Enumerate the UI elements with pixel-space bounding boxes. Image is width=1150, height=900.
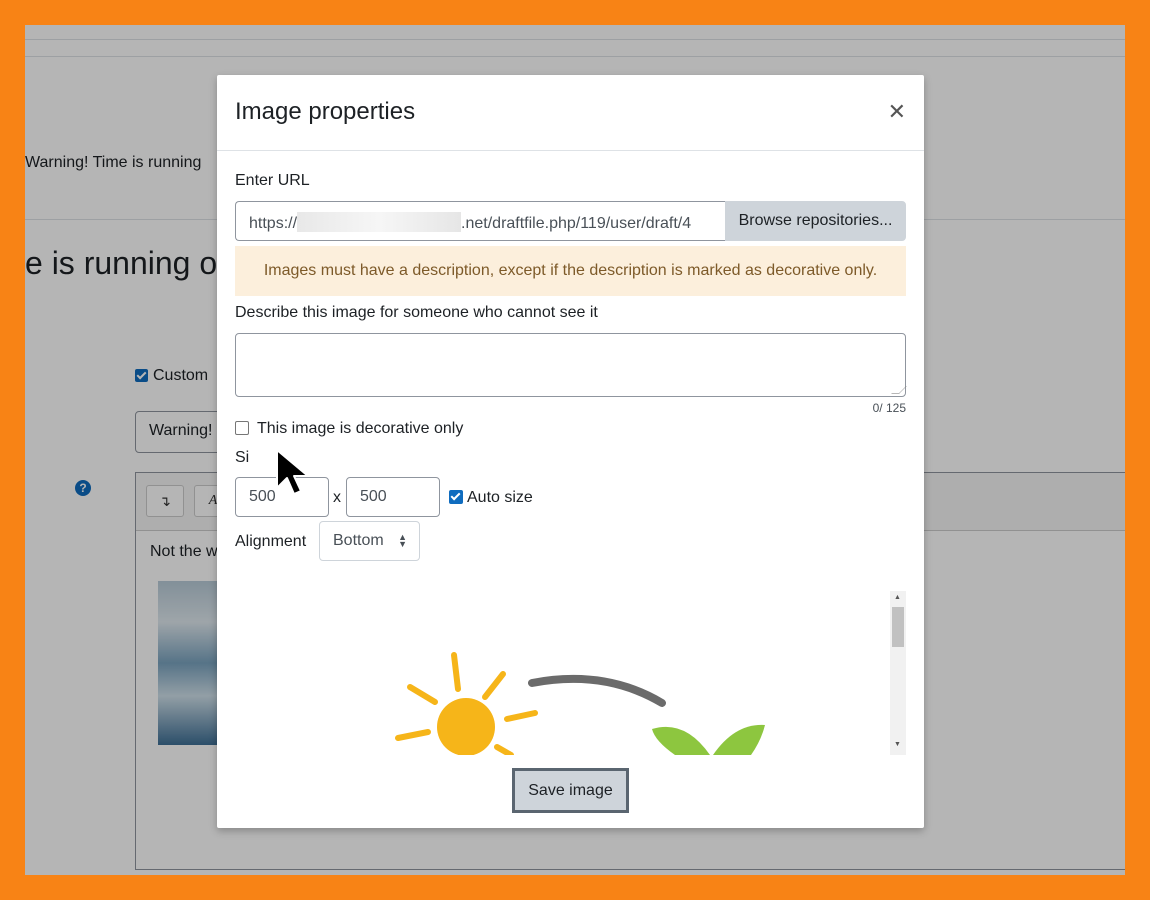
browse-repositories-button[interactable]: Browse repositories... [725,201,906,241]
select-arrows-icon: ▲ ▼ [398,532,407,549]
image-preview [235,591,906,755]
sun-ray [451,652,461,692]
sun-ray [494,744,514,755]
sun-icon [437,698,495,755]
width-value: 500 [249,488,276,505]
close-icon[interactable]: ✕ [888,101,906,123]
decorative-label[interactable]: This image is decorative only [257,420,463,438]
scroll-down-icon[interactable]: ▼ [894,741,901,748]
resize-handle[interactable] [891,386,907,394]
sun-ray [504,710,538,722]
height-value: 500 [360,488,387,505]
image-properties-dialog: Image properties ✕ Enter URL https:// .ne… [217,75,924,828]
leaf-icon [713,724,765,755]
alignment-select[interactable]: Bottom ▲ ▼ [319,521,420,561]
alignment-label: Alignment [235,533,307,550]
auto-size-label[interactable]: Auto size [467,489,533,507]
url-suffix: .net/draftfile.php/119/user/draft/4 [461,215,692,232]
size-label: Si [235,449,250,466]
save-image-button[interactable]: Save image [512,768,629,813]
modal-header: Image properties ✕ [217,75,924,151]
modal-title: Image properties [235,98,416,125]
url-label: Enter URL [235,172,310,189]
redacted-domain [297,212,462,232]
scroll-up-icon[interactable]: ▲ [894,594,901,601]
alignment-value: Bottom [333,532,384,549]
screen: Warning! Time is running e is running ou… [25,25,1125,875]
preview-scrollbar[interactable]: ▲ ▼ [890,591,906,755]
description-label: Describe this image for someone who cann… [235,304,598,321]
url-input[interactable]: https:// .net/draftfile.php/119/user/draf… [235,201,725,241]
sun-ray [482,671,506,700]
sun-ray [407,684,438,705]
url-prefix: https:// [249,215,298,232]
size-separator: x [333,489,341,506]
arc-line [528,675,666,707]
description-textarea[interactable] [235,333,907,397]
mouse-pointer-icon [276,449,309,495]
height-input[interactable]: 500 [346,477,440,517]
decorative-checkbox[interactable] [235,421,249,435]
character-count: 0/ 125 [872,401,906,415]
description-warning: Images must have a description, except i… [235,246,906,296]
scroll-thumb[interactable] [892,607,904,647]
sun-leaf-illustration [395,652,765,755]
leaf-icon [652,726,710,755]
sun-ray [395,729,431,741]
auto-size-checkbox[interactable] [449,490,463,504]
